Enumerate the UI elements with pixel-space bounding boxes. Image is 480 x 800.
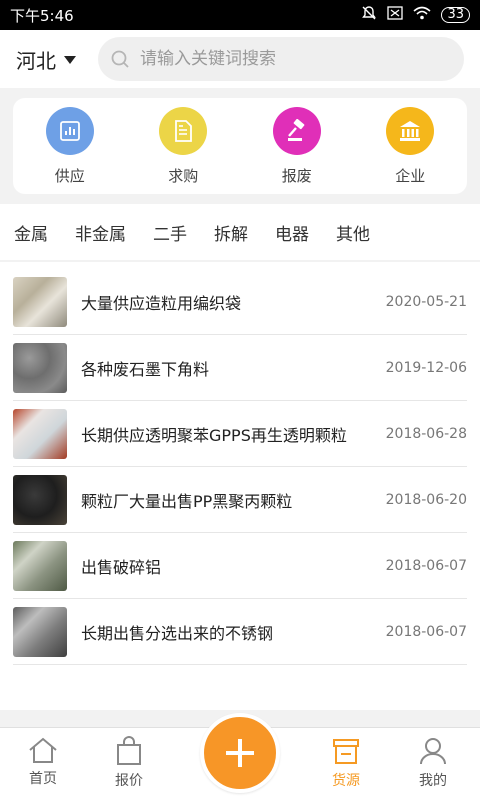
- item-date: 2018-06-07: [385, 623, 467, 640]
- document-icon: [159, 106, 208, 155]
- home-icon: [29, 737, 57, 763]
- status-time: 下午5:46: [10, 6, 74, 25]
- tab-other[interactable]: 其他: [336, 220, 370, 245]
- tab-metal[interactable]: 金属: [14, 220, 48, 245]
- nav-label: 首页: [29, 771, 57, 787]
- category-label: 供应: [54, 166, 85, 185]
- city-label: 河北: [16, 48, 56, 73]
- list-item[interactable]: 大量供应造粒用编织袋 2020-05-21: [13, 269, 467, 335]
- list-item[interactable]: 长期供应透明聚苯GPPS再生透明颗粒 2018-06-28: [13, 401, 467, 467]
- item-date: 2018-06-28: [385, 425, 467, 442]
- user-icon: [420, 738, 446, 765]
- nav-source[interactable]: 货源: [311, 736, 381, 790]
- item-title: 大量供应造粒用编织袋: [81, 293, 242, 313]
- product-thumbnail: [13, 342, 67, 393]
- gavel-icon: [272, 106, 321, 155]
- nav-quote[interactable]: 报价: [94, 736, 164, 790]
- product-thumbnail: [13, 606, 67, 657]
- shopping-bag-icon: [117, 736, 141, 765]
- item-title: 长期出售分选出来的不锈钢: [81, 623, 274, 643]
- search-input[interactable]: [140, 49, 440, 69]
- status-bar: 下午5:46 33: [0, 0, 480, 30]
- list-item[interactable]: 各种废石墨下角料 2019-12-06: [13, 335, 467, 401]
- plus-icon: [226, 739, 254, 767]
- nav-home[interactable]: 首页: [8, 736, 78, 788]
- tab-secondhand[interactable]: 二手: [153, 220, 187, 245]
- category-label: 企业: [395, 166, 426, 185]
- chart-icon: [45, 106, 94, 155]
- search-bar[interactable]: [98, 37, 464, 81]
- caret-down-icon: [64, 56, 76, 64]
- list-item[interactable]: 颗粒厂大量出售PP黑聚丙颗粒 2018-06-20: [13, 467, 467, 533]
- category-supply[interactable]: 供应: [20, 106, 120, 186]
- tab-dismantle[interactable]: 拆解: [214, 220, 248, 245]
- category-label: 报废: [281, 166, 312, 185]
- product-thumbnail: [13, 408, 67, 459]
- search-icon: [111, 50, 129, 68]
- bank-icon: [386, 106, 435, 155]
- category-section: 供应 求购 报废 企业: [0, 88, 480, 204]
- product-thumbnail: [13, 474, 67, 525]
- add-post-button[interactable]: [200, 713, 280, 793]
- nav-mine[interactable]: 我的: [398, 736, 468, 790]
- product-thumbnail: [13, 276, 67, 327]
- list-item[interactable]: 长期出售分选出来的不锈钢 2018-06-07: [13, 599, 467, 665]
- category-enterprise[interactable]: 企业: [360, 106, 460, 186]
- sim-icon: [387, 6, 404, 24]
- item-title: 颗粒厂大量出售PP黑聚丙颗粒: [81, 491, 293, 511]
- item-date: 2018-06-07: [385, 557, 467, 574]
- nav-label: 报价: [115, 773, 143, 789]
- item-date: 2018-06-20: [385, 491, 467, 508]
- product-thumbnail: [13, 540, 67, 591]
- tab-nonmetal[interactable]: 非金属: [75, 220, 126, 245]
- category-label: 求购: [168, 166, 199, 185]
- header: 河北: [0, 30, 480, 88]
- nav-label: 货源: [332, 773, 360, 789]
- tab-appliance[interactable]: 电器: [275, 220, 309, 245]
- item-title: 各种废石墨下角料: [81, 359, 210, 379]
- item-date: 2020-05-21: [385, 293, 467, 310]
- item-title: 出售破碎铝: [81, 557, 162, 577]
- item-title: 长期供应透明聚苯GPPS再生透明颗粒: [81, 425, 347, 445]
- category-purchase[interactable]: 求购: [133, 106, 233, 186]
- nav-label: 我的: [419, 773, 447, 789]
- category-scrap[interactable]: 报废: [247, 106, 347, 186]
- store-icon: [333, 739, 359, 764]
- battery-icon: 33: [441, 7, 470, 23]
- status-icons: 33: [361, 5, 470, 25]
- filter-tabs: 金属 非金属 二手 拆解 电器 其他: [0, 204, 480, 260]
- category-card: 供应 求购 报废 企业: [13, 98, 467, 194]
- list-item[interactable]: 出售破碎铝 2018-06-07: [13, 533, 467, 599]
- item-date: 2019-12-06: [385, 359, 467, 376]
- city-selector[interactable]: 河北: [16, 45, 96, 74]
- wifi-icon: [413, 6, 431, 24]
- mute-icon: [361, 5, 377, 25]
- supply-list: 大量供应造粒用编织袋 2020-05-21 各种废石墨下角料 2019-12-0…: [0, 262, 480, 710]
